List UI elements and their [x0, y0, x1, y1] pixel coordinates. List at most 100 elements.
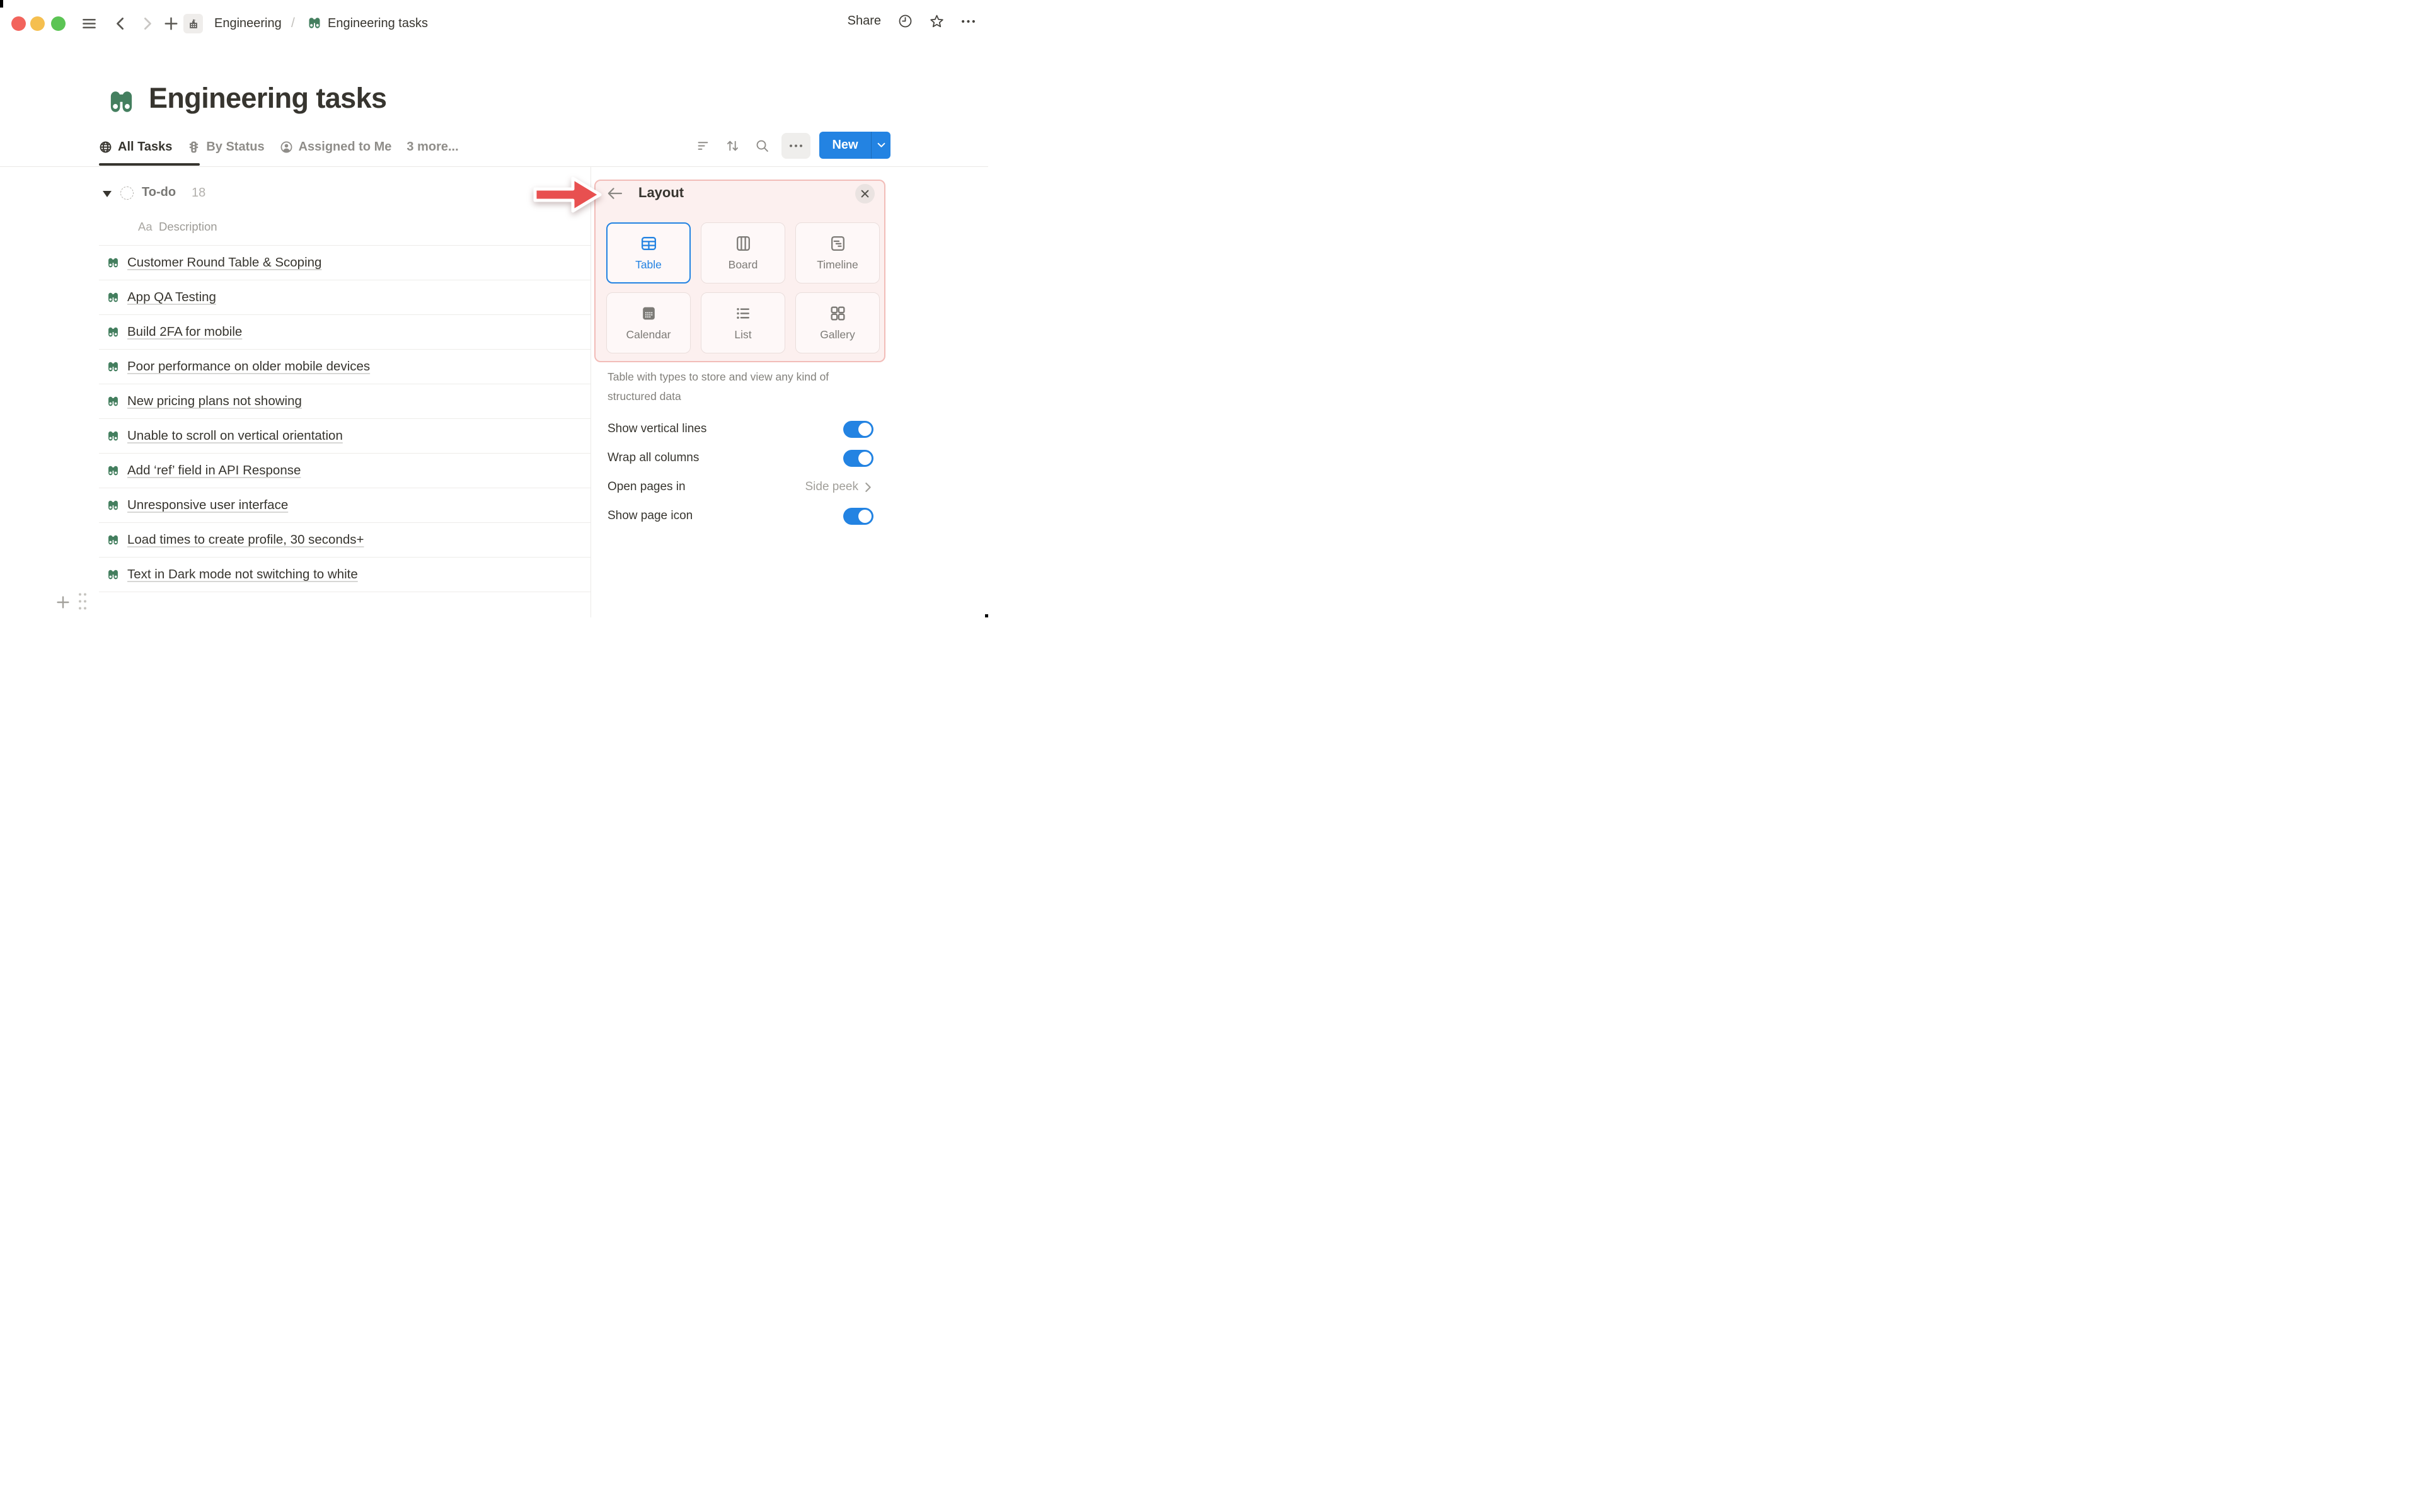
- table-row[interactable]: Load times to create profile, 30 seconds…: [99, 523, 591, 558]
- table-row[interactable]: Text in Dark mode not switching to white: [99, 558, 591, 592]
- panel-close-button[interactable]: [855, 184, 875, 203]
- table-row[interactable]: Build 2FA for mobile: [99, 315, 591, 350]
- setting-value[interactable]: Side peek: [805, 480, 858, 494]
- updates-clock-icon[interactable]: [898, 14, 913, 28]
- new-page-icon[interactable]: [163, 16, 179, 32]
- view-tab-icon: [187, 140, 200, 154]
- view-options-button[interactable]: [781, 133, 810, 159]
- annotation-arrow: [533, 176, 602, 213]
- view-tabs: All Tasks By Status Assigned to Me 3 mor…: [99, 135, 459, 159]
- window-close-button[interactable]: [11, 16, 26, 31]
- window-zoom-button[interactable]: [51, 16, 66, 31]
- new-button-label[interactable]: New: [819, 132, 871, 159]
- view-tab[interactable]: All Tasks: [99, 140, 172, 154]
- chevron-down-icon: [877, 142, 885, 148]
- screenshot-artifact: [0, 0, 3, 8]
- task-title[interactable]: App QA Testing: [127, 290, 216, 305]
- task-title[interactable]: Customer Round Table & Scoping: [127, 255, 321, 270]
- view-tab-label: 3 more...: [406, 139, 459, 154]
- table-row[interactable]: Add ‘ref’ field in API Response: [99, 454, 591, 488]
- layout-option-label: List: [734, 328, 752, 341]
- task-title[interactable]: Unresponsive user interface: [127, 498, 288, 513]
- layout-option-card[interactable]: Board: [701, 222, 785, 284]
- active-tab-underline: [99, 163, 200, 166]
- toggle-knob: [858, 509, 872, 523]
- table-row[interactable]: App QA Testing: [99, 280, 591, 315]
- binoculars-icon: [307, 16, 322, 31]
- task-page-binoculars-icon: [107, 360, 120, 374]
- setting-label: Wrap all columns: [608, 451, 700, 464]
- view-tab-icon: [280, 140, 293, 154]
- view-tab-label: Assigned to Me: [298, 139, 392, 154]
- view-tab[interactable]: 3 more...: [406, 140, 458, 154]
- task-title[interactable]: Build 2FA for mobile: [127, 324, 242, 340]
- task-page-binoculars-icon: [107, 395, 120, 408]
- view-tab[interactable]: Assigned to Me: [280, 139, 392, 154]
- favorite-star-icon[interactable]: [930, 14, 944, 28]
- workspace-breadcrumb-icon[interactable]: [183, 14, 203, 33]
- forward-icon[interactable]: [139, 16, 155, 32]
- filter-icon[interactable]: [697, 139, 710, 152]
- table-row[interactable]: Customer Round Table & Scoping: [99, 246, 591, 280]
- task-page-binoculars-icon: [107, 326, 120, 339]
- breadcrumb-page[interactable]: Engineering tasks: [328, 16, 428, 31]
- task-title[interactable]: Poor performance on older mobile devices: [127, 359, 370, 374]
- layout-option-card[interactable]: Timeline: [795, 222, 880, 284]
- panel-back-icon[interactable]: [606, 186, 623, 200]
- breadcrumb-separator: /: [291, 16, 295, 30]
- group-collapse-triangle[interactable]: [103, 191, 112, 197]
- toggle-switch[interactable]: [843, 507, 873, 525]
- task-page-binoculars-icon: [107, 464, 120, 478]
- task-page-binoculars-icon: [107, 568, 120, 581]
- task-page-binoculars-icon: [107, 256, 120, 270]
- layout-option-card[interactable]: Table: [606, 222, 691, 284]
- column-header[interactable]: Description: [159, 220, 217, 234]
- view-tab[interactable]: By Status: [187, 139, 265, 154]
- task-title[interactable]: Load times to create profile, 30 seconds…: [127, 532, 364, 547]
- layout-option-card[interactable]: Calendar: [606, 292, 691, 353]
- toggle-knob: [858, 422, 872, 436]
- setting-label: Show vertical lines: [608, 422, 707, 435]
- layout-option-label: Timeline: [817, 258, 858, 271]
- layout-option-card[interactable]: Gallery: [795, 292, 880, 353]
- task-title[interactable]: New pricing plans not showing: [127, 394, 302, 409]
- table-row[interactable]: Unable to scroll on vertical orientation: [99, 419, 591, 454]
- column-type-label: Aa: [138, 220, 153, 233]
- drag-handle-icon[interactable]: [78, 592, 88, 611]
- new-button[interactable]: New: [819, 132, 890, 159]
- layout-option-icon: [829, 234, 847, 253]
- view-tab-label: By Status: [206, 139, 265, 154]
- page-icon-binoculars[interactable]: [107, 88, 136, 117]
- table-row[interactable]: Poor performance on older mobile devices: [99, 350, 591, 384]
- share-button[interactable]: Share: [848, 14, 881, 28]
- group-count: 18: [192, 186, 206, 200]
- add-row-plus-icon[interactable]: [55, 595, 71, 610]
- toggle-switch[interactable]: [843, 449, 873, 467]
- table-row[interactable]: Unresponsive user interface: [99, 488, 591, 523]
- toggle-switch[interactable]: [843, 420, 873, 438]
- sidebar-menu-icon[interactable]: [81, 16, 97, 32]
- chevron-right-icon: [865, 482, 872, 493]
- task-title[interactable]: Add ‘ref’ field in API Response: [127, 463, 301, 478]
- group-name[interactable]: To-do: [142, 185, 176, 200]
- panel-title: Layout: [638, 185, 684, 200]
- breadcrumb-workspace[interactable]: Engineering: [214, 16, 282, 31]
- new-dropdown-button[interactable]: [872, 132, 890, 159]
- layout-option-label: Calendar: [626, 328, 671, 341]
- window-minimize-button[interactable]: [30, 16, 45, 31]
- table-row[interactable]: New pricing plans not showing: [99, 384, 591, 419]
- back-icon[interactable]: [113, 16, 129, 32]
- task-title[interactable]: Text in Dark mode not switching to white: [127, 567, 358, 582]
- topbar-actions: Share: [848, 14, 976, 28]
- layout-option-card[interactable]: List: [701, 292, 785, 353]
- task-page-binoculars-icon: [107, 499, 120, 512]
- setting-row: Show vertical lines: [608, 419, 873, 439]
- task-title[interactable]: Unable to scroll on vertical orientation: [127, 428, 343, 444]
- toggle-knob: [858, 451, 872, 465]
- close-icon: [861, 190, 869, 198]
- view-tab-icon: [99, 140, 112, 154]
- page-title[interactable]: Engineering tasks: [149, 82, 387, 115]
- sort-icon[interactable]: [726, 139, 739, 152]
- more-options-icon[interactable]: [961, 19, 976, 24]
- search-icon[interactable]: [756, 139, 769, 152]
